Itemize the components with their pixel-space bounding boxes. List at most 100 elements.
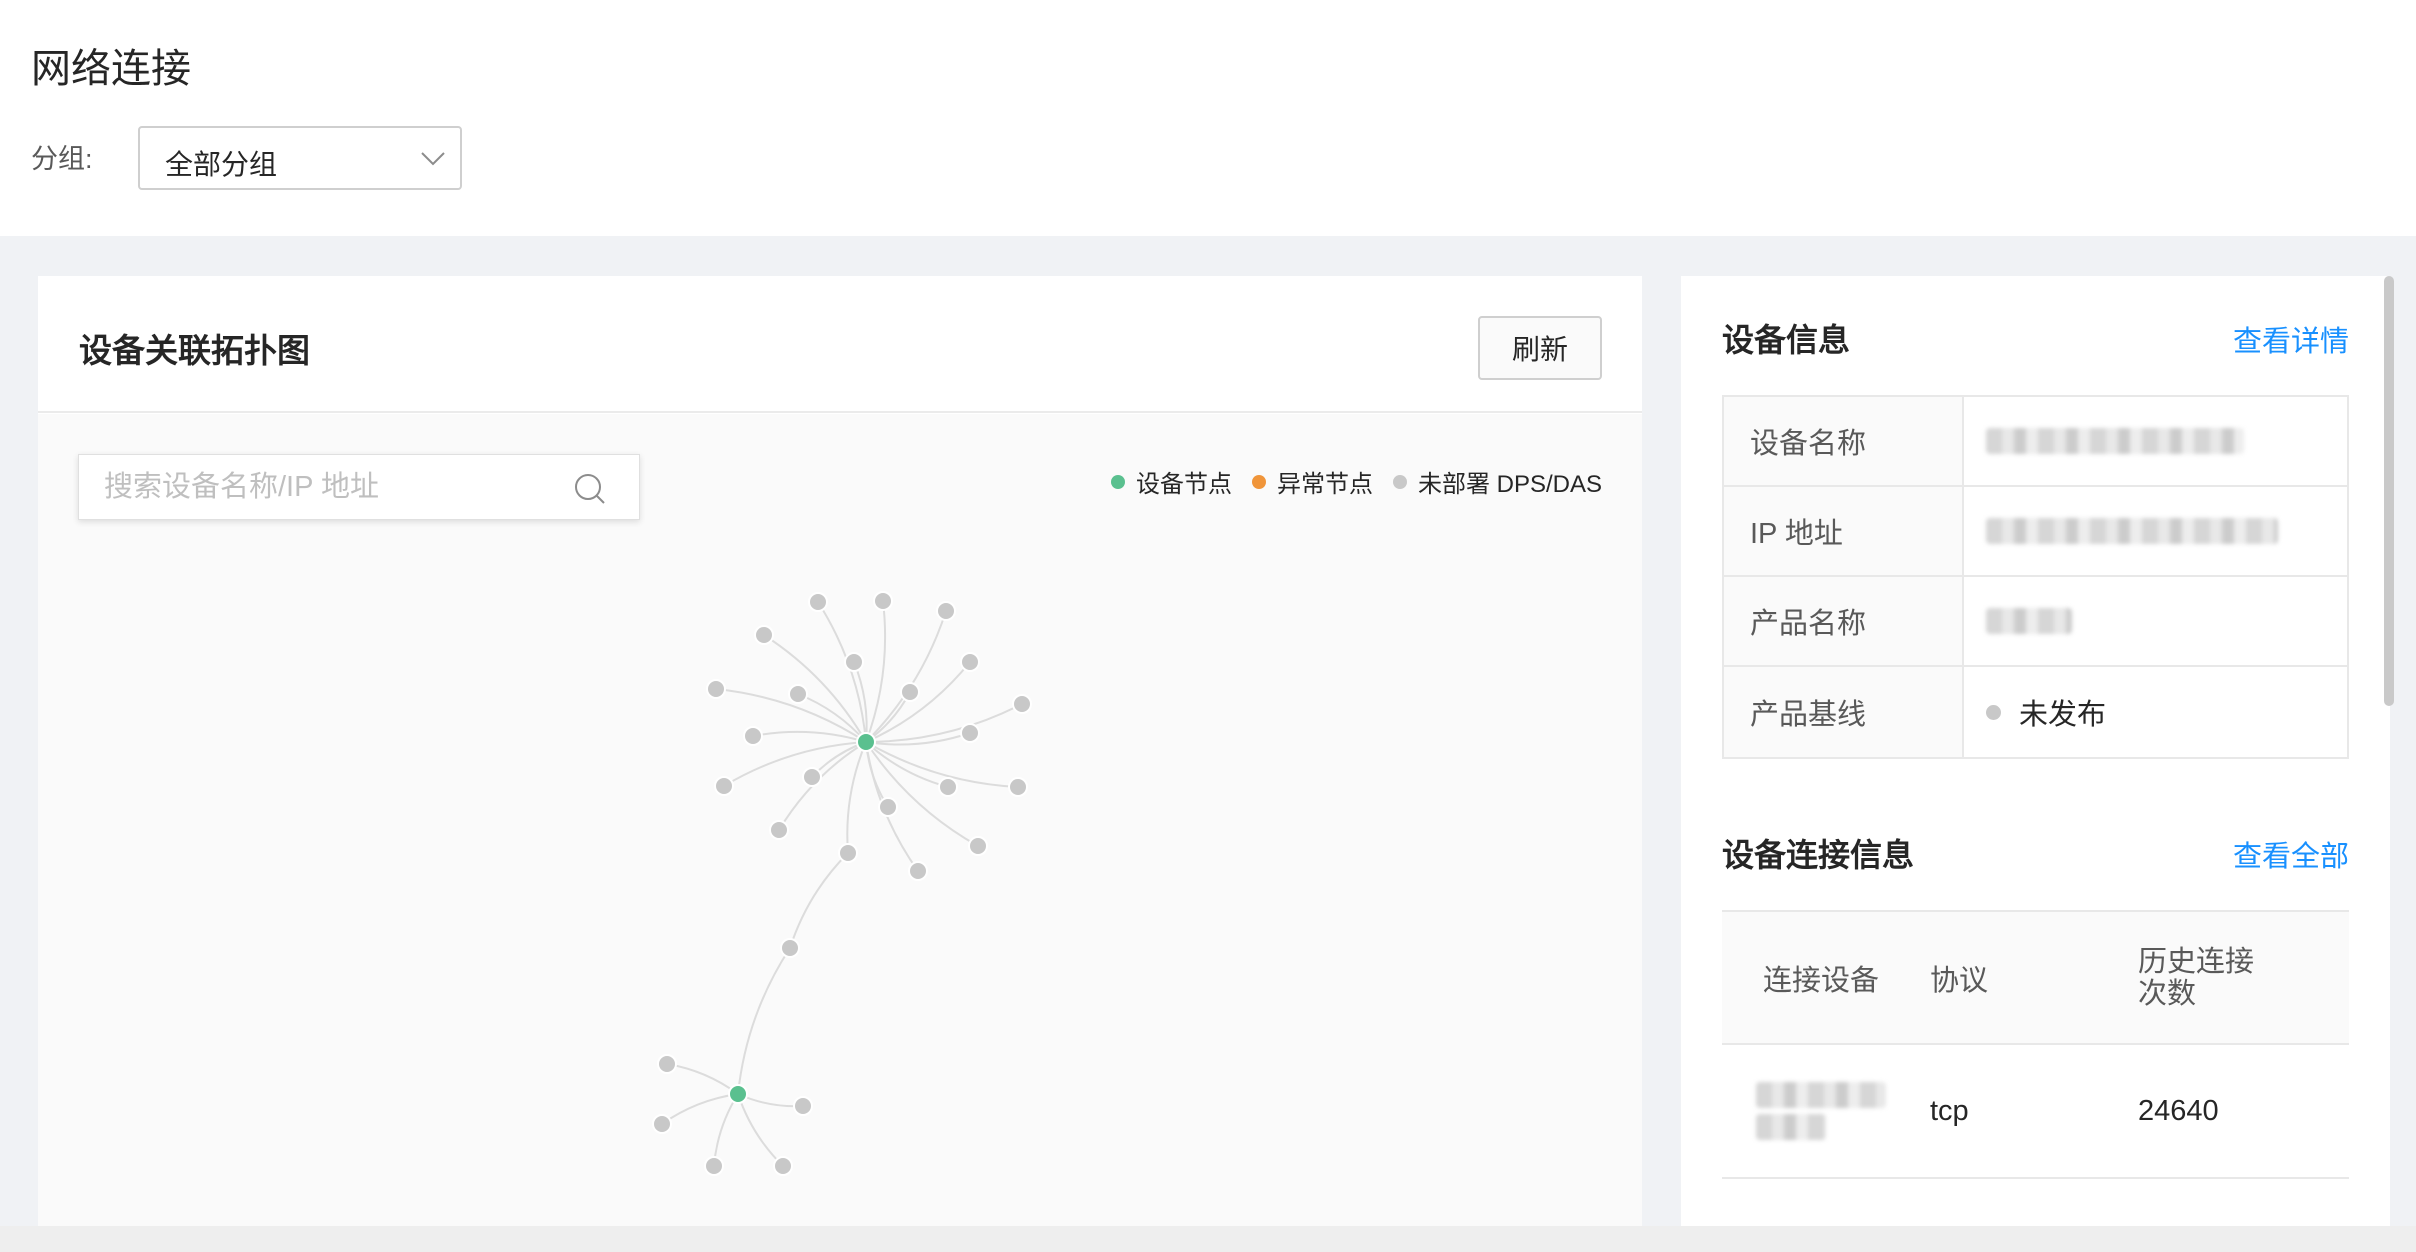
topology-edge <box>661 1093 739 1125</box>
chevron-down-icon <box>421 152 445 166</box>
topology-node-undeployed[interactable] <box>793 1096 813 1116</box>
legend-label-undeployed: 未部署 DPS/DAS <box>1417 471 1602 498</box>
legend-item-abnormal: 异常节点 <box>1251 464 1373 499</box>
legend-dot-device <box>1110 474 1125 489</box>
topology-panel-header: 设备关联拓扑图 刷新 <box>38 276 1642 413</box>
info-value-product-name <box>1964 577 2347 665</box>
topology-graph[interactable] <box>38 414 1642 1226</box>
legend-item-undeployed: 未部署 DPS/DAS <box>1392 464 1602 499</box>
info-value-baseline: 未发布 <box>1964 667 2347 757</box>
group-label: 分组: <box>31 144 93 174</box>
topology-node-undeployed[interactable] <box>1012 694 1032 714</box>
topology-edge <box>789 852 849 949</box>
legend-dot-abnormal <box>1251 474 1266 489</box>
redacted-device <box>1756 1082 1886 1108</box>
connection-table-header: 连接设备 协议 历史连接次数 <box>1722 910 2349 1045</box>
legend-item-device: 设备节点 <box>1110 464 1232 499</box>
redacted-ip-address <box>1986 518 2278 544</box>
device-search-box[interactable] <box>78 454 640 520</box>
topology-edge <box>723 741 867 787</box>
table-row[interactable]: tcp 24640 <box>1722 1045 2349 1179</box>
device-search-input[interactable] <box>79 455 559 519</box>
topology-node-undeployed[interactable] <box>1008 777 1028 797</box>
topology-node-undeployed[interactable] <box>802 767 822 787</box>
device-info-title: 设备信息 <box>1722 322 1851 358</box>
topology-edge <box>865 600 887 743</box>
topology-node-undeployed[interactable] <box>780 938 800 958</box>
view-all-link[interactable]: 查看全部 <box>2233 833 2349 875</box>
topology-node-device[interactable] <box>856 732 876 752</box>
group-select[interactable]: 全部分组 <box>138 126 462 190</box>
topology-edge <box>865 703 1023 743</box>
topology-edge <box>846 741 867 854</box>
topology-edge <box>737 947 791 1095</box>
status-dot <box>1986 704 2001 720</box>
topology-title: 设备关联拓扑图 <box>79 332 310 369</box>
info-row-ip: IP 地址 <box>1724 487 2347 577</box>
connection-device-cell <box>1722 1082 1930 1140</box>
topology-node-undeployed[interactable] <box>754 625 774 645</box>
column-header-count: 历史连接次数 <box>2138 945 2255 1010</box>
topology-node-undeployed[interactable] <box>714 776 734 796</box>
topology-edge <box>666 1063 739 1095</box>
topology-node-undeployed[interactable] <box>968 836 988 856</box>
legend-label-abnormal: 异常节点 <box>1276 471 1373 498</box>
topology-node-undeployed[interactable] <box>960 652 980 672</box>
topology-node-device[interactable] <box>728 1084 748 1104</box>
info-key: IP 地址 <box>1724 487 1964 575</box>
topology-node-undeployed[interactable] <box>706 679 726 699</box>
search-icon[interactable] <box>573 472 607 506</box>
scrollbar[interactable] <box>2384 276 2394 706</box>
topology-node-undeployed[interactable] <box>788 684 808 704</box>
redacted-product-name <box>1986 608 2072 634</box>
topology-node-undeployed[interactable] <box>652 1114 672 1134</box>
topology-node-undeployed[interactable] <box>936 601 956 621</box>
topology-edge <box>865 741 979 847</box>
topology-node-undeployed[interactable] <box>873 591 893 611</box>
topology-edge <box>865 610 947 743</box>
topology-node-undeployed[interactable] <box>773 1156 793 1176</box>
connection-info-title: 设备连接信息 <box>1722 837 1915 873</box>
count-cell: 24640 <box>2138 1095 2219 1127</box>
topology-node-undeployed[interactable] <box>878 797 898 817</box>
topology-node-undeployed[interactable] <box>808 592 828 612</box>
topology-node-undeployed[interactable] <box>704 1156 724 1176</box>
legend-label-device: 设备节点 <box>1135 471 1232 498</box>
group-select-value: 全部分组 <box>165 149 278 180</box>
topology-node-undeployed[interactable] <box>743 726 763 746</box>
bottom-edge <box>0 1226 2416 1252</box>
topology-edge <box>752 730 867 743</box>
info-value-ip <box>1964 487 2347 575</box>
topology-node-undeployed[interactable] <box>938 777 958 797</box>
topology-node-undeployed[interactable] <box>838 843 858 863</box>
topology-panel: 设备关联拓扑图 刷新 设备节点 异常节点 未部署 DPS/DAS <box>38 276 1642 1226</box>
topology-node-undeployed[interactable] <box>657 1054 677 1074</box>
topology-node-undeployed[interactable] <box>908 861 928 881</box>
topology-canvas[interactable]: 设备节点 异常节点 未部署 DPS/DAS <box>38 414 1642 1226</box>
protocol-cell: tcp <box>1930 1094 1969 1127</box>
table-row[interactable] <box>1722 1179 2349 1226</box>
redacted-device <box>1756 1114 1826 1140</box>
page-header: 网络连接 分组: 全部分组 <box>0 0 2416 236</box>
info-value-device-name <box>1964 397 2347 485</box>
device-info-table: 设备名称 IP 地址 产品名称 产品基线 未发布 <box>1722 395 2349 759</box>
topology-node-undeployed[interactable] <box>769 820 789 840</box>
info-key: 设备名称 <box>1724 397 1964 485</box>
detail-panel: 设备信息 查看详情 设备名称 IP 地址 产品名称 产品基线 未发布 设备连接信… <box>1681 276 2390 1226</box>
view-details-link[interactable]: 查看详情 <box>2233 318 2349 360</box>
topology-node-undeployed[interactable] <box>960 723 980 743</box>
refresh-button[interactable]: 刷新 <box>1478 316 1602 380</box>
topology-legend: 设备节点 异常节点 未部署 DPS/DAS <box>1091 464 1602 499</box>
info-row-baseline: 产品基线 未发布 <box>1724 667 2347 757</box>
baseline-status: 未发布 <box>2019 699 2107 731</box>
info-row-product-name: 产品名称 <box>1724 577 2347 667</box>
topology-edge <box>713 1093 739 1167</box>
info-row-device-name: 设备名称 <box>1724 397 2347 487</box>
info-key: 产品基线 <box>1724 667 1964 757</box>
info-key: 产品名称 <box>1724 577 1964 665</box>
topology-node-undeployed[interactable] <box>844 652 864 672</box>
topology-edge <box>817 601 867 743</box>
column-header-protocol: 协议 <box>1930 964 1989 997</box>
legend-dot-undeployed <box>1392 474 1407 489</box>
topology-node-undeployed[interactable] <box>900 682 920 702</box>
